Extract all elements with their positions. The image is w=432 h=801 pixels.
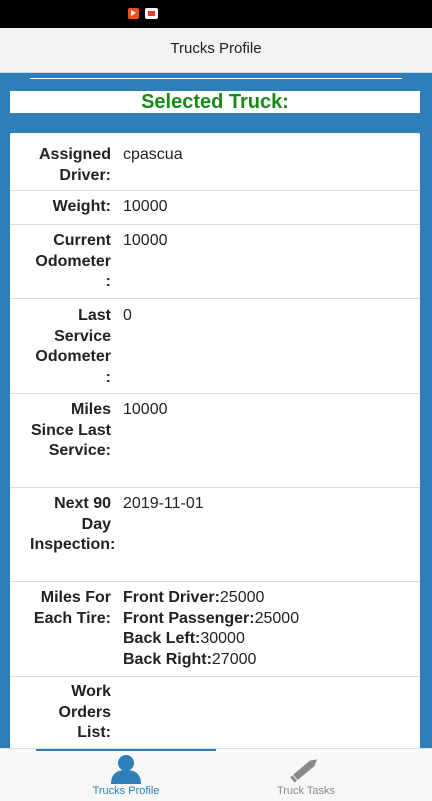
- tire-front-driver: Front Driver:25000: [123, 589, 265, 606]
- tire-back-right: Back Right:27000: [123, 650, 257, 668]
- miles-since-service-value: 10000: [123, 401, 168, 418]
- tab-label-truck-tasks: Truck Tasks: [276, 785, 336, 797]
- page-title: Trucks Profile: [170, 40, 262, 57]
- assigned-driver-label: Assigned Driver:: [38, 146, 111, 184]
- tire-front-passenger: Front Passenger:25000: [123, 609, 300, 627]
- work-orders-label: Work Orders List:: [58, 683, 111, 741]
- app-bar: Trucks Profile: [0, 28, 432, 73]
- detail-row-assigned-driver: Assigned Driver: cpascua: [10, 133, 420, 191]
- detail-row-next-inspection: Next 90 Day Inspection: 2019-11-01: [10, 488, 420, 582]
- tire-back-left: Back Left:30000: [123, 630, 245, 647]
- truck-details-card[interactable]: Assigned Driver: cpascua Weight: 10000 C…: [10, 133, 420, 753]
- tab-truck-tasks[interactable]: Truck Tasks: [198, 749, 414, 801]
- next-inspection-value: 2019-11-01: [123, 495, 204, 512]
- detail-row-weight: Weight: 10000: [10, 191, 420, 225]
- detail-row-miles-each-tire: Miles For Each Tire: Front Driver:25000 …: [10, 582, 420, 677]
- miles-since-service-label: Miles Since Last Service:: [30, 401, 111, 459]
- app-notification-icon: [145, 8, 158, 19]
- youtube-notification-icon: [128, 8, 139, 19]
- pencil-icon: [290, 759, 317, 783]
- tire-miles-list: Front Driver:25000 Front Passenger:25000…: [123, 588, 299, 670]
- status-bar: [0, 0, 432, 28]
- weight-label: Weight:: [52, 198, 111, 215]
- detail-row-last-service-odometer: Last Service Odometer : 0: [10, 299, 420, 394]
- last-service-odometer-value: 0: [123, 307, 132, 324]
- detail-row-miles-since-service: Miles Since Last Service: 10000: [10, 394, 420, 488]
- selected-truck-banner: Selected Truck:: [10, 91, 420, 113]
- current-odometer-label: Current Odometer :: [35, 232, 111, 290]
- detail-row-current-odometer: Current Odometer : 10000: [10, 225, 420, 299]
- miles-each-tire-label: Miles For Each Tire:: [33, 589, 111, 627]
- next-inspection-label: Next 90 Day Inspection:: [30, 495, 116, 553]
- bottom-tab-bar: Trucks Profile Truck Tasks: [0, 748, 432, 801]
- current-odometer-value: 10000: [123, 232, 168, 249]
- assigned-driver-value: cpascua: [123, 146, 183, 163]
- header-divider: [30, 78, 402, 79]
- detail-row-work-orders: Work Orders List:: [10, 677, 420, 753]
- person-icon: [111, 755, 141, 784]
- weight-value: 10000: [123, 198, 168, 215]
- last-service-odometer-label: Last Service Odometer :: [35, 307, 111, 386]
- selected-truck-heading: Selected Truck:: [141, 91, 289, 113]
